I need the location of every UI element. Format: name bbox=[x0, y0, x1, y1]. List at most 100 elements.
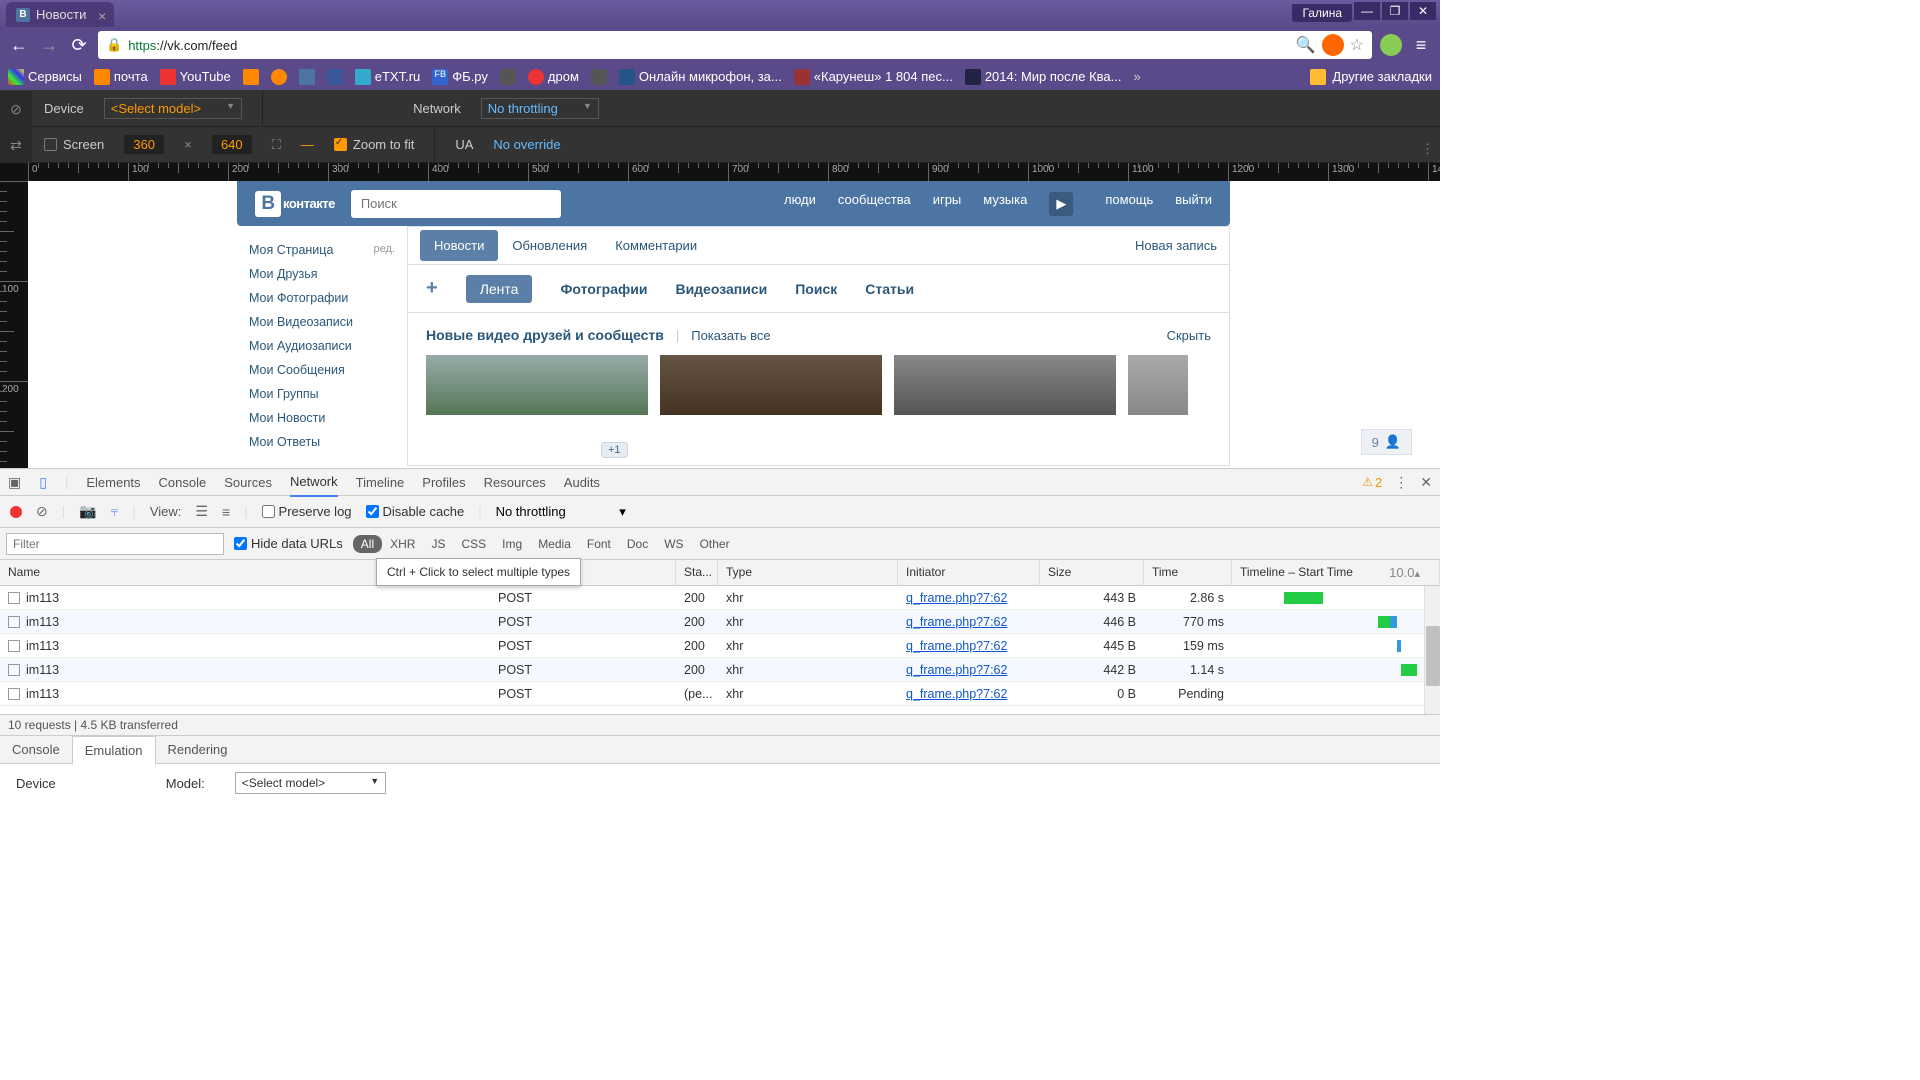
tab-updates[interactable]: Обновления bbox=[498, 230, 601, 261]
hide-link[interactable]: Скрыть bbox=[1167, 328, 1211, 343]
new-post-link[interactable]: Новая запись bbox=[1135, 238, 1217, 253]
drawer-toggle-icon[interactable]: ⋮ bbox=[1394, 474, 1408, 491]
minimize-button[interactable]: — bbox=[1354, 2, 1380, 20]
camera-icon[interactable]: 📷 bbox=[79, 503, 96, 520]
network-row[interactable]: im113POST200xhrq_frame.php?7:62445 B159 … bbox=[0, 634, 1440, 658]
record-button[interactable] bbox=[10, 506, 22, 518]
nav-logout[interactable]: выйти bbox=[1175, 192, 1212, 216]
nav-music[interactable]: музыка bbox=[983, 192, 1027, 216]
nav-games[interactable]: игры bbox=[933, 192, 962, 216]
subtab-photos[interactable]: Фотографии bbox=[560, 281, 647, 297]
bookmark-item[interactable]: почта bbox=[94, 69, 148, 85]
zoom-checkbox[interactable]: Zoom to fit bbox=[334, 137, 414, 152]
close-devtools-icon[interactable]: ✕ bbox=[1420, 474, 1432, 491]
bookmark-item[interactable] bbox=[271, 69, 287, 85]
tab-comments[interactable]: Комментарии bbox=[601, 230, 711, 261]
tab-console[interactable]: Console bbox=[159, 469, 207, 496]
filter-pill-font[interactable]: Font bbox=[579, 535, 619, 553]
filter-icon[interactable]: ⫧ bbox=[111, 503, 119, 520]
bookmark-item[interactable] bbox=[299, 69, 315, 85]
forward-button[interactable]: → bbox=[38, 35, 60, 56]
view-list-icon[interactable]: ☰ bbox=[195, 503, 208, 520]
sidebar-item[interactable]: Мои Фотографии bbox=[237, 286, 407, 310]
sidebar-item[interactable]: Мои Сообщения bbox=[237, 358, 407, 382]
tab-network[interactable]: Network bbox=[290, 468, 338, 497]
bookmark-item[interactable]: YouTube bbox=[160, 69, 231, 85]
device-mode-icon[interactable]: ▯ bbox=[39, 474, 47, 491]
bookmark-item[interactable] bbox=[327, 69, 343, 85]
bookmark-item[interactable] bbox=[243, 69, 259, 85]
tab-audits[interactable]: Audits bbox=[564, 469, 600, 496]
screen-checkbox[interactable]: Screen bbox=[44, 137, 104, 152]
cancel-icon[interactable]: ⊘ bbox=[10, 101, 22, 118]
subtab-articles[interactable]: Статьи bbox=[865, 281, 914, 297]
filter-input[interactable] bbox=[6, 533, 224, 555]
filter-pill-xhr[interactable]: XHR bbox=[382, 535, 423, 553]
drawer-tab-console[interactable]: Console bbox=[0, 736, 72, 763]
orientation-icon[interactable]: ⛶ bbox=[272, 137, 281, 153]
warnings-badge[interactable]: ⚠2 bbox=[1362, 475, 1382, 490]
filter-pill-ws[interactable]: WS bbox=[656, 535, 691, 553]
search-input[interactable] bbox=[351, 190, 561, 218]
bookmark-item[interactable]: FBФБ.ру bbox=[432, 69, 488, 85]
sidebar-item[interactable]: Мои Ответы bbox=[237, 430, 407, 454]
filter-pill-js[interactable]: JS bbox=[423, 535, 453, 553]
close-icon[interactable]: × bbox=[98, 8, 106, 24]
tab-profiles[interactable]: Profiles bbox=[422, 469, 465, 496]
maximize-button[interactable]: ❐ bbox=[1382, 2, 1408, 20]
tab-elements[interactable]: Elements bbox=[86, 469, 140, 496]
bookmark-item[interactable]: Онлайн микрофон, за... bbox=[619, 69, 782, 85]
nav-help[interactable]: помощь bbox=[1105, 192, 1153, 216]
sidebar-item[interactable]: Мои Друзья bbox=[237, 262, 407, 286]
hide-data-urls-checkbox[interactable]: Hide data URLs bbox=[234, 536, 343, 551]
network-throttle-select[interactable]: No throttling bbox=[481, 98, 599, 119]
back-button[interactable]: ← bbox=[8, 35, 30, 56]
nav-communities[interactable]: сообщества bbox=[838, 192, 911, 216]
reload-button[interactable]: ⟳ bbox=[68, 35, 90, 56]
subtab-feed[interactable]: Лента bbox=[466, 275, 533, 303]
nav-more-icon[interactable]: ▶ bbox=[1049, 192, 1073, 216]
network-row[interactable]: im113POST200xhrq_frame.php?7:62442 B1.14… bbox=[0, 658, 1440, 682]
filter-pill-img[interactable]: Img bbox=[494, 535, 530, 553]
drawer-tab-rendering[interactable]: Rendering bbox=[156, 736, 240, 763]
filter-pill-all[interactable]: All bbox=[353, 535, 382, 553]
subtab-videos[interactable]: Видеозаписи bbox=[675, 281, 767, 297]
tab-resources[interactable]: Resources bbox=[484, 469, 546, 496]
show-all-link[interactable]: Показать все bbox=[691, 328, 770, 343]
plus-icon[interactable]: + bbox=[426, 277, 438, 300]
star-icon[interactable]: ☆ bbox=[1350, 35, 1364, 55]
bookmark-apps[interactable]: Сервисы bbox=[8, 69, 82, 85]
network-row[interactable]: im113POST(pe...xhrq_frame.php?7:620 BPen… bbox=[0, 682, 1440, 706]
sidebar-item[interactable]: Мои Видеозаписи bbox=[237, 310, 407, 334]
filter-pill-doc[interactable]: Doc bbox=[619, 535, 656, 553]
browser-tab[interactable]: В Новости × bbox=[6, 2, 114, 27]
notification-counter[interactable]: 9👤 bbox=[1361, 429, 1412, 455]
ua-override[interactable]: No override bbox=[493, 137, 560, 152]
bookmark-item[interactable] bbox=[591, 69, 607, 85]
extension-icon-2[interactable] bbox=[1380, 34, 1402, 56]
more-icon[interactable]: ⋮ bbox=[1421, 141, 1434, 157]
close-button[interactable]: ✕ bbox=[1410, 2, 1436, 20]
tab-timeline[interactable]: Timeline bbox=[356, 469, 405, 496]
col-status[interactable]: Sta... bbox=[676, 560, 718, 585]
menu-icon[interactable]: ≡ bbox=[1410, 35, 1432, 56]
tab-sources[interactable]: Sources bbox=[224, 469, 272, 496]
url-input[interactable]: 🔒 https://vk.com/feed 🔍 ☆ bbox=[98, 31, 1372, 59]
throttle-select[interactable]: No throttling ▾ bbox=[496, 504, 686, 520]
video-thumb[interactable] bbox=[660, 355, 882, 415]
device-model-select[interactable]: <Select model> bbox=[104, 98, 242, 119]
sidebar-item[interactable]: Мои Группы bbox=[237, 382, 407, 406]
col-type[interactable]: Type bbox=[718, 560, 898, 585]
extension-icon[interactable] bbox=[1322, 34, 1344, 56]
network-row[interactable]: im113POST200xhrq_frame.php?7:62446 B770 … bbox=[0, 610, 1440, 634]
col-initiator[interactable]: Initiator bbox=[898, 560, 1040, 585]
sidebar-item[interactable]: Мои Новости bbox=[237, 406, 407, 430]
preserve-log-checkbox[interactable]: Preserve log bbox=[262, 504, 352, 519]
bookmark-item[interactable]: eTXT.ru bbox=[355, 69, 421, 85]
view-large-icon[interactable]: ≡ bbox=[222, 504, 230, 520]
clear-icon[interactable]: ⊘ bbox=[36, 503, 48, 520]
bookmark-item[interactable] bbox=[500, 69, 516, 85]
col-size[interactable]: Size bbox=[1040, 560, 1144, 585]
chrome-user-badge[interactable]: Галина bbox=[1292, 4, 1352, 22]
filter-pill-media[interactable]: Media bbox=[530, 535, 579, 553]
